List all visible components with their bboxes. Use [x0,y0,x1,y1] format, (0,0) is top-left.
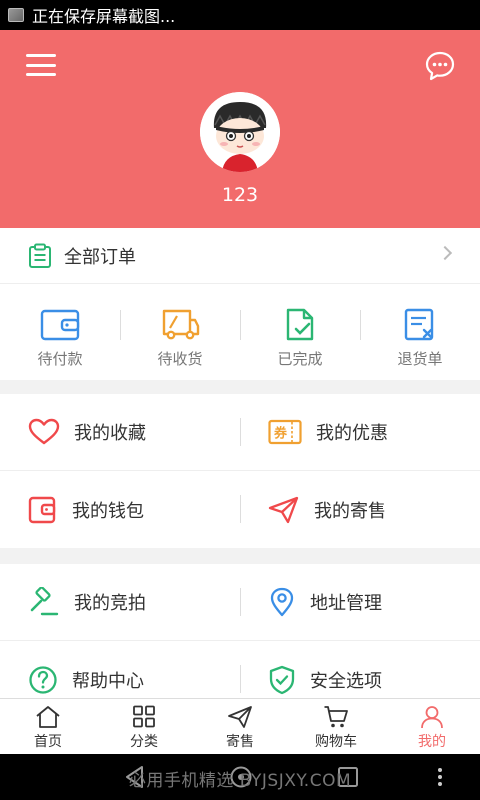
paper-plane-icon [268,496,299,523]
tab-mine[interactable]: 我的 [384,699,480,754]
user-icon [421,706,443,729]
status-label: 待付款 [37,350,83,368]
status-label: 待收货 [157,350,203,368]
help-icon [29,665,57,694]
tab-label: 寄售 [226,734,254,750]
shield-check-icon [269,665,295,694]
my-wallet-label: 我的钱包 [72,500,144,522]
address-management-item[interactable]: 地址管理 [240,564,480,640]
order-status-row: 待付款 待收货 已完成 退货单 [0,284,480,380]
chevron-right-icon [437,245,453,261]
document-cancel-icon [404,308,434,341]
location-pin-icon [270,587,294,617]
heart-icon [28,418,60,445]
cart-icon [324,706,348,728]
my-auction-item[interactable]: 我的竞拍 [0,564,240,640]
profile-header: 123 [0,30,480,228]
gavel-icon [30,587,59,616]
username: 123 [221,184,259,206]
cartoon-avatar-icon [200,92,280,172]
tab-home[interactable]: 首页 [0,699,96,754]
clipboard-icon [29,243,51,268]
menu-section-1: 我的收藏 券 我的优惠 我的钱包 我的寄售 [0,394,480,548]
status-text: 正在保存屏幕截图... [32,7,176,26]
tab-cart[interactable]: 购物车 [288,699,384,754]
tab-categories[interactable]: 分类 [96,699,192,754]
menu-row: 帮助中心 安全选项 [0,641,480,698]
status-completed[interactable]: 已完成 [240,284,360,380]
security-options-item[interactable]: 安全选项 [240,641,480,698]
my-consign-item[interactable]: 我的寄售 [240,471,480,548]
my-coupons-item[interactable]: 券 我的优惠 [240,394,480,470]
tab-label: 我的 [418,734,446,750]
status-bar: 正在保存屏幕截图... [0,0,480,30]
system-nav-bar: 必用手机精选 BYJSJXY.COM [0,754,480,800]
my-wallet-item[interactable]: 我的钱包 [0,471,240,548]
security-options-label: 安全选项 [310,670,382,692]
coupon-icon-text: 券 [273,426,288,442]
my-coupons-label: 我的优惠 [316,423,388,444]
coupon-icon: 券 [268,419,302,445]
address-management-label: 地址管理 [310,593,382,614]
help-center-label: 帮助中心 [72,670,144,692]
status-returns[interactable]: 退货单 [360,284,480,380]
tab-label: 分类 [130,734,158,750]
menu-row: 我的收藏 券 我的优惠 [0,394,480,471]
avatar[interactable] [200,92,280,172]
wallet-icon [28,496,56,523]
truck-icon [162,309,200,340]
tab-label: 购物车 [315,734,357,750]
wallet-icon [40,309,80,341]
my-favorites-item[interactable]: 我的收藏 [0,394,240,470]
menu-row: 我的钱包 我的寄售 [0,471,480,548]
bottom-tab-bar: 首页 分类 寄售 购物车 我的 [0,698,480,754]
hamburger-icon [26,54,56,57]
home-icon [36,706,60,728]
status-pending-receipt[interactable]: 待收货 [120,284,240,380]
more-vertical-icon[interactable] [434,764,446,790]
status-pending-payment[interactable]: 待付款 [0,284,120,380]
send-icon [228,706,252,728]
message-icon[interactable] [424,50,456,82]
my-consign-label: 我的寄售 [314,500,386,522]
screenshot-icon [8,8,24,22]
tab-consign[interactable]: 寄售 [192,699,288,754]
my-auction-label: 我的竞拍 [74,593,146,614]
all-orders-row[interactable]: 全部订单 [0,228,480,284]
document-check-icon [286,308,314,341]
watermark-text: 必用手机精选 BYJSJXY.COM [128,771,352,791]
status-label: 已完成 [277,350,323,368]
grid-icon [133,705,155,728]
menu-button[interactable] [26,52,56,78]
all-orders-label: 全部订单 [64,246,136,268]
status-label: 退货单 [397,350,443,368]
menu-row: 我的竞拍 地址管理 [0,564,480,641]
my-favorites-label: 我的收藏 [74,423,146,444]
help-center-item[interactable]: 帮助中心 [0,641,240,698]
tab-label: 首页 [34,734,62,750]
menu-section-2: 我的竞拍 地址管理 帮助中心 安全选项 [0,564,480,698]
